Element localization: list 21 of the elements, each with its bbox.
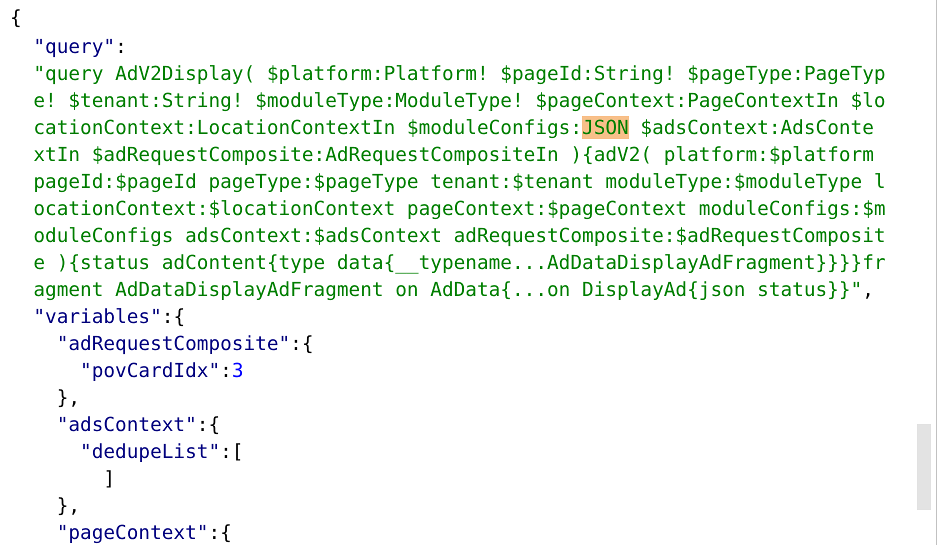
json-punctuation: :[: [220, 440, 244, 463]
json-punctuation: :: [115, 35, 127, 58]
json-key: "adsContext": [56, 413, 197, 436]
json-key: "dedupeList": [80, 440, 220, 463]
json-punctuation: :: [220, 359, 232, 382]
json-punctuation: {: [10, 6, 22, 29]
json-key: "query": [33, 35, 116, 58]
json-key: "povCardIdx": [80, 359, 220, 382]
json-number: 3: [232, 359, 244, 382]
json-key: "adRequestComposite": [56, 332, 290, 355]
json-string: "query AdV2Display( $platform:Platform! $pageId:String! $pageType:PageType! $tenant:String! $moduleType:ModuleType! $pageContext:PageContextIn $locationContext:LocationContextIn $moduleConfigs:JSON $adsContext:AdsContextIn $adRequestComposite:AdRequestCompositeIn ){adV2( platform:$platform pageId:$pageId pageType:$pageType tenant:$tenant moduleType:$moduleType locationContext:$locationContext pageContext:$pageContext moduleConfigs:$moduleConfigs adsContext:$adsContext adRequestComposite:$adRequestComposite ){status adContent{type data{__typename...AdDataDisplayAdFragment}}}}fragment AdDataDisplayAdFragment on AdData{...on DisplayAd{json status}}",: [33, 61, 886, 303]
json-punctuation: :{: [162, 305, 186, 328]
json-punctuation: :{: [290, 332, 314, 355]
json-punctuation: ]: [103, 467, 116, 490]
json-punctuation: },: [56, 494, 80, 517]
json-punctuation: :{: [208, 521, 232, 544]
json-key: "variables": [33, 305, 162, 328]
json-key: "pageContext": [56, 521, 208, 544]
scrollbar-thumb[interactable]: [917, 424, 931, 510]
json-punctuation: :{: [196, 413, 220, 436]
json-punctuation: },: [56, 386, 80, 409]
